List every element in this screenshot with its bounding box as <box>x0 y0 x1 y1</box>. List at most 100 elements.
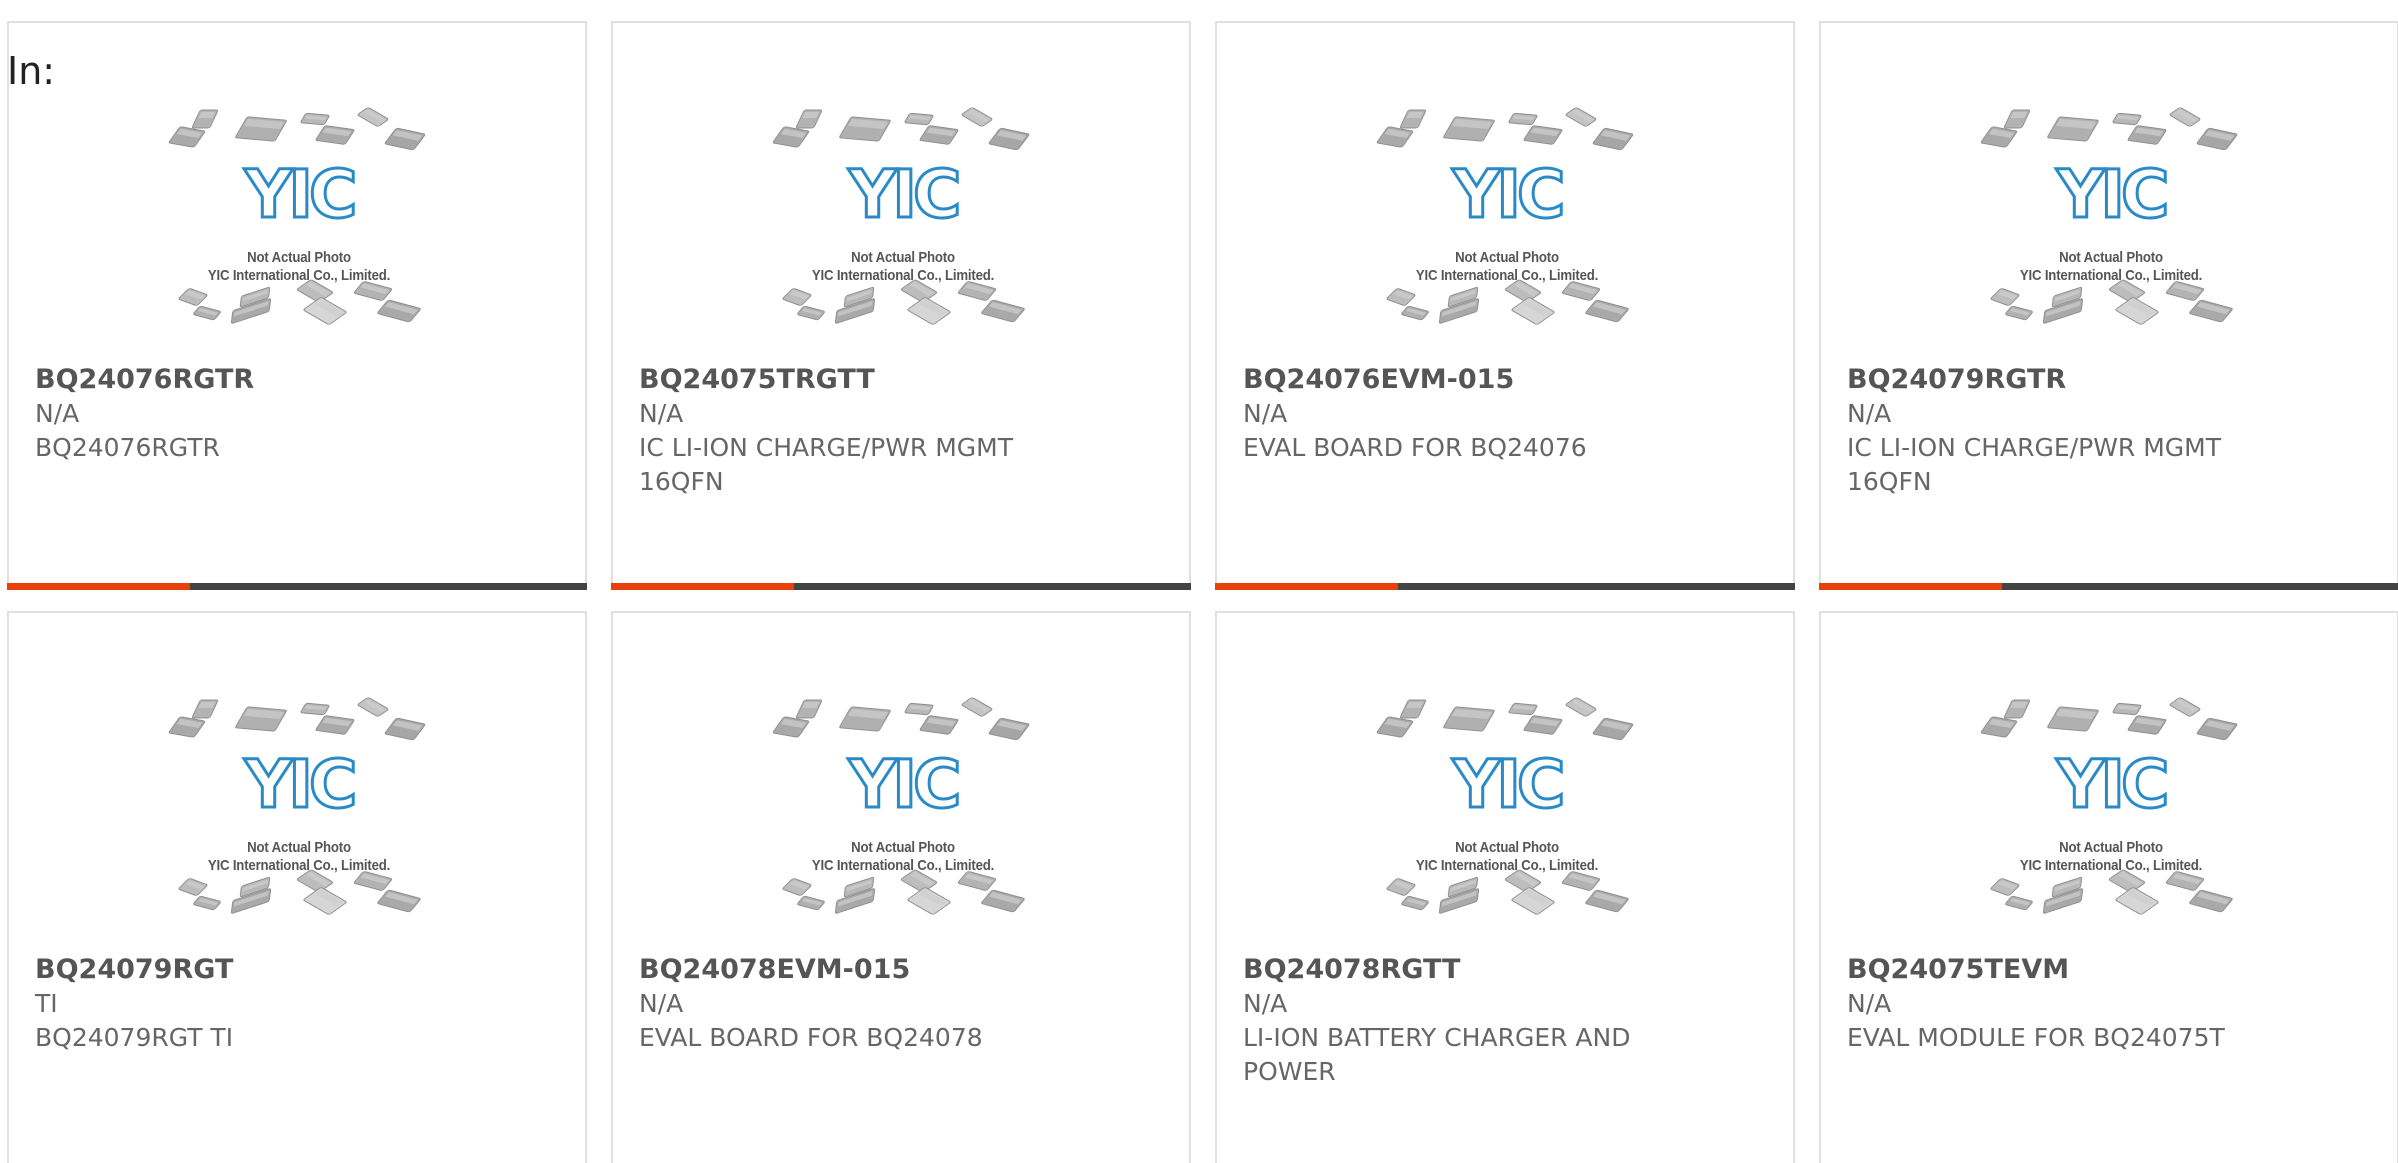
chip-icon <box>235 116 287 142</box>
product-card[interactable]: YIC Not Actual Photo YIC International Co.… <box>1819 21 2398 590</box>
thumbnail-company: YIC International Co., Limited. <box>811 267 995 284</box>
chip-icon <box>2005 305 2033 321</box>
product-part-number[interactable]: BQ24078EVM-015 <box>639 953 1159 987</box>
chip-icon <box>357 107 389 127</box>
chip-icon <box>2112 702 2142 716</box>
placeholder-image: YIC <box>1376 107 1634 325</box>
product-thumbnail[interactable]: YIC Not Actual Photo YIC International Co.… <box>769 697 1037 933</box>
yic-logo: YIC <box>848 156 958 233</box>
chip-icon <box>1585 889 1629 913</box>
chip-icon <box>1443 706 1495 732</box>
card-bottom-bar <box>1819 583 2398 590</box>
product-manufacturer: N/A <box>639 399 684 428</box>
product-card[interactable]: YIC Not Actual Photo YIC International Co.… <box>7 611 587 1163</box>
thumbnail-company: YIC International Co., Limited. <box>207 267 391 284</box>
chip-icon <box>1523 125 1563 145</box>
chip-icon <box>907 297 951 325</box>
chip-icon <box>1980 716 2018 738</box>
chip-icon <box>2112 112 2142 126</box>
chip-icon <box>981 889 1025 913</box>
chip-icon <box>1511 887 1555 915</box>
product-thumbnail[interactable]: YIC Not Actual Photo YIC International Co.… <box>1373 697 1641 933</box>
product-description: IC LI-ION CHARGE/PWR MGMT 16QFN <box>639 433 1014 496</box>
product-thumbnail[interactable]: YIC Not Actual Photo YIC International Co.… <box>1373 107 1641 343</box>
product-manufacturer: N/A <box>1243 989 1288 1018</box>
thumbnail-company: YIC International Co., Limited. <box>811 857 995 874</box>
product-part-number[interactable]: BQ24075TRGTT <box>639 363 1159 397</box>
product-card[interactable]: YIC Not Actual Photo YIC International Co.… <box>611 611 1191 1163</box>
product-part-number[interactable]: BQ24079RGT <box>35 953 555 987</box>
chip-icon <box>2003 699 2031 719</box>
product-part-number[interactable]: BQ24079RGTR <box>1847 363 2367 397</box>
product-description: EVAL BOARD FOR BQ24076 <box>1243 433 1587 462</box>
thumbnail-company: YIC International Co., Limited. <box>2019 267 2203 284</box>
product-info: BQ24076RGTR N/A BQ24076RGTR <box>35 363 555 465</box>
chip-icon <box>981 299 1025 323</box>
product-part-number[interactable]: BQ24075TEVM <box>1847 953 2367 987</box>
product-manufacturer: N/A <box>1243 399 1288 428</box>
chip-icon <box>1592 717 1634 741</box>
chip-icon <box>235 706 287 732</box>
chip-icon <box>961 107 993 127</box>
chip-icon <box>839 706 891 732</box>
chip-icon <box>2189 299 2233 323</box>
chip-icon <box>1990 878 2020 896</box>
chip-icon <box>303 887 347 915</box>
chip-icon <box>2127 715 2167 735</box>
chip-icon <box>300 702 330 716</box>
product-manufacturer: TI <box>35 989 58 1018</box>
thumbnail-caption: Not Actual Photo <box>247 249 351 266</box>
placeholder-image: YIC <box>772 697 1030 915</box>
chip-icon <box>1401 895 1429 911</box>
chip-icon <box>178 288 208 306</box>
chip-icon <box>1980 126 2018 148</box>
thumbnail-company: YIC International Co., Limited. <box>2019 857 2203 874</box>
product-card[interactable]: YIC Not Actual Photo YIC International Co.… <box>611 21 1191 590</box>
thumbnail-company: YIC International Co., Limited. <box>1415 857 1599 874</box>
chip-icon <box>2003 109 2031 129</box>
product-thumbnail[interactable]: YIC Not Actual Photo YIC International Co.… <box>165 697 433 933</box>
chip-icon <box>1443 116 1495 142</box>
product-part-number[interactable]: BQ24076EVM-015 <box>1243 363 1763 397</box>
chip-icon <box>357 697 389 717</box>
product-card[interactable]: YIC Not Actual Photo YIC International Co.… <box>1215 21 1795 590</box>
thumbnail-caption: Not Actual Photo <box>851 839 955 856</box>
card-bottom-bar <box>1215 583 1795 590</box>
card-bottom-bar <box>7 583 587 590</box>
product-card[interactable]: YIC Not Actual Photo YIC International Co.… <box>1215 611 1795 1163</box>
chip-icon <box>919 715 959 735</box>
product-card[interactable]: YIC Not Actual Photo YIC International Co.… <box>1819 611 2398 1163</box>
chip-icon <box>907 887 951 915</box>
chip-icon <box>2169 107 2201 127</box>
chip-icon <box>384 127 426 151</box>
product-info: BQ24075TRGTT N/A IC LI-ION CHARGE/PWR MG… <box>639 363 1159 499</box>
product-thumbnail[interactable]: YIC Not Actual Photo YIC International Co.… <box>1977 697 2245 933</box>
chip-icon <box>1399 109 1427 129</box>
product-card[interactable]: YIC Not Actual Photo YIC International Co.… <box>7 21 587 590</box>
chip-icon <box>1401 305 1429 321</box>
chip-icon <box>904 702 934 716</box>
product-thumbnail[interactable]: YIC Not Actual Photo YIC International Co.… <box>165 107 433 343</box>
product-info: BQ24079RGT TI BQ24079RGT TI <box>35 953 555 1055</box>
chip-icon <box>1376 716 1414 738</box>
card-accent-bar <box>7 583 190 590</box>
product-thumbnail[interactable]: YIC Not Actual Photo YIC International Co.… <box>769 107 1037 343</box>
product-part-number[interactable]: BQ24078RGTT <box>1243 953 1763 987</box>
chip-icon <box>797 895 825 911</box>
product-info: BQ24078RGTT N/A LI-ION BATTERY CHARGER A… <box>1243 953 1763 1089</box>
product-part-number[interactable]: BQ24076RGTR <box>35 363 555 397</box>
product-info: BQ24078EVM-015 N/A EVAL BOARD FOR BQ2407… <box>639 953 1159 1055</box>
chip-icon <box>384 717 426 741</box>
product-description: BQ24076RGTR <box>35 433 220 462</box>
chip-icon <box>1508 112 1538 126</box>
yic-logo: YIC <box>1452 156 1562 233</box>
chip-icon <box>1511 297 1555 325</box>
chip-icon <box>2115 297 2159 325</box>
chip-icon <box>988 127 1030 151</box>
product-listing-page: In: YIC Not Actual Photo YIC International… <box>0 0 2398 1163</box>
product-thumbnail[interactable]: YIC Not Actual Photo YIC International Co.… <box>1977 107 2245 343</box>
chip-icon <box>904 112 934 126</box>
product-description: IC LI-ION CHARGE/PWR MGMT 16QFN <box>1847 433 2222 496</box>
chip-icon <box>2005 895 2033 911</box>
chip-icon <box>191 699 219 719</box>
